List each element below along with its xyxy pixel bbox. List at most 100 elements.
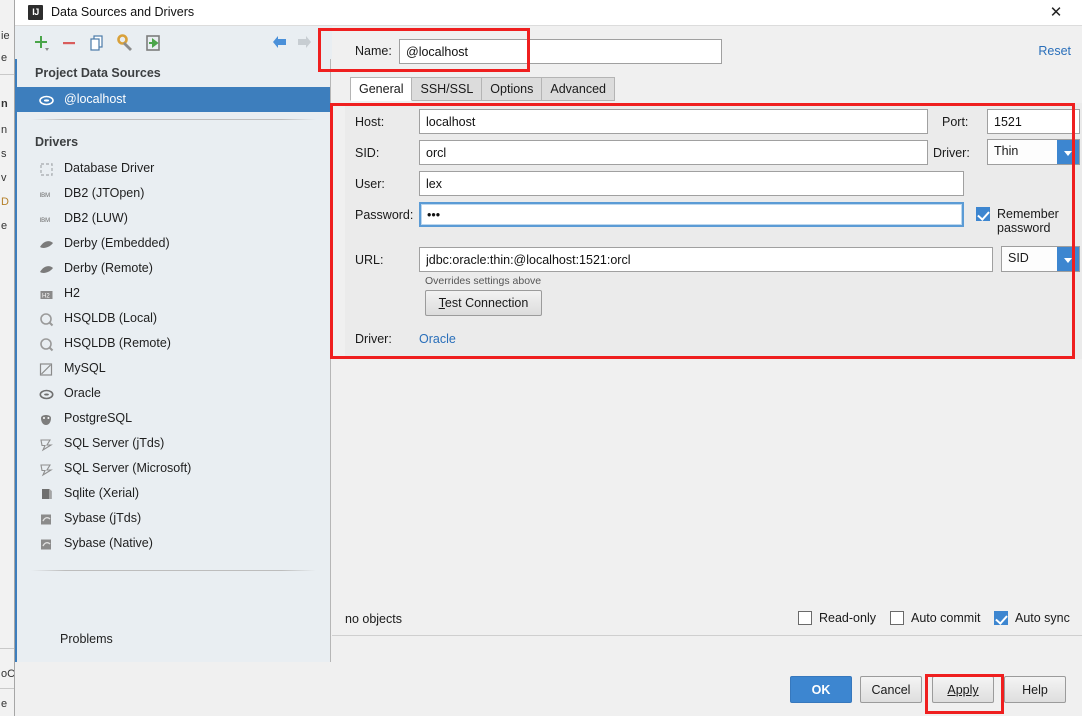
driver-type-select[interactable]: Thin — [987, 139, 1080, 165]
sidebar-item-mysql[interactable]: MySQL — [17, 356, 330, 381]
sid-label: SID: — [355, 146, 380, 160]
sidebar-item-hsqldb-local[interactable]: HSQLDB (Local) — [17, 306, 330, 331]
nav-buttons — [273, 26, 333, 59]
apply-button[interactable]: Apply — [932, 676, 994, 703]
wrench-icon[interactable] — [113, 31, 137, 55]
sidebar-item-postgresql[interactable]: PostgreSQL — [17, 406, 330, 431]
driver-type-label: Driver: — [933, 146, 970, 160]
add-icon[interactable] — [29, 31, 53, 55]
oracle-icon — [39, 386, 54, 401]
read-only-label[interactable]: Read-only — [819, 611, 876, 625]
nav-back-icon[interactable] — [271, 34, 289, 50]
hsqldb-icon — [39, 336, 54, 352]
url-kind-select[interactable]: SID — [1001, 246, 1080, 272]
user-input[interactable] — [419, 171, 964, 196]
name-label: Name: — [355, 44, 392, 58]
sidebar-item-label: HSQLDB (Local) — [64, 311, 158, 325]
status-row: no objects Read-only Auto commit Auto sy… — [332, 602, 1082, 636]
sidebar-item-sybase-jtds[interactable]: Sybase (jTds) — [17, 506, 330, 531]
sidebar-item-oracle[interactable]: Oracle — [17, 381, 330, 406]
title-bar: IJ Data Sources and Drivers ✕ — [15, 0, 1082, 26]
chevron-down-icon[interactable] — [1057, 247, 1079, 271]
svg-text:IBM: IBM — [40, 218, 51, 224]
sidebar-item-label: DB2 (LUW) — [64, 211, 128, 225]
sid-input[interactable] — [419, 140, 928, 165]
sidebar-group-project-data-sources: Project Data Sources — [35, 66, 161, 80]
user-label: User: — [355, 177, 385, 191]
tab-general[interactable]: General — [350, 77, 413, 101]
tab-ssh-ssl[interactable]: SSH/SSL — [412, 77, 483, 101]
sybase-icon — [39, 511, 54, 526]
remember-password-label[interactable]: Remember password — [997, 207, 1082, 235]
url-input[interactable] — [419, 247, 993, 272]
sidebar-item-label: Oracle — [64, 386, 101, 400]
postgresql-icon — [39, 411, 54, 426]
sidebar-item-problems[interactable]: Problems — [17, 616, 330, 662]
copy-icon[interactable] — [85, 31, 109, 55]
sidebar-item-label: MySQL — [64, 361, 106, 375]
sidebar-item-db2-jtopen[interactable]: IBM DB2 (JTOpen) — [17, 181, 330, 206]
sidebar-item-localhost[interactable]: @localhost — [17, 87, 330, 112]
port-input[interactable] — [987, 109, 1080, 134]
sidebar-item-label: Sybase (Native) — [64, 536, 153, 550]
status-divider — [332, 635, 1082, 636]
nav-forward-icon[interactable] — [295, 34, 313, 50]
auto-commit-checkbox[interactable] — [890, 611, 904, 625]
derby-icon — [39, 261, 54, 276]
sidebar-item-sqlite-xerial[interactable]: Sqlite (Xerial) — [17, 481, 330, 506]
sqlserver-icon — [39, 436, 54, 452]
sidebar-item-derby-embedded[interactable]: Derby (Embedded) — [17, 231, 330, 256]
sidebar-group-drivers: Drivers — [35, 135, 79, 149]
test-connection-button[interactable]: Test Connection — [425, 290, 542, 316]
sidebar-item-sybase-native[interactable]: Sybase (Native) — [17, 531, 330, 556]
sidebar-divider-bottom — [31, 570, 316, 571]
sidebar-item-label: Derby (Embedded) — [64, 236, 170, 250]
test-connection-label: est Connection — [444, 296, 529, 310]
auto-commit-text: Auto commit — [911, 611, 981, 625]
sidebar-item-label: DB2 (JTOpen) — [64, 186, 145, 200]
sqlite-icon — [39, 486, 54, 501]
sidebar-item-sqlserver-jtds[interactable]: SQL Server (jTds) — [17, 431, 330, 456]
read-only-checkbox[interactable] — [798, 611, 812, 625]
import-icon[interactable] — [141, 31, 165, 55]
sidebar-item-label: PostgreSQL — [64, 411, 133, 425]
sidebar-item-label: Database Driver — [64, 161, 155, 175]
sidebar-item-db2-luw[interactable]: IBM DB2 (LUW) — [17, 206, 330, 231]
sidebar-item-derby-remote[interactable]: Derby (Remote) — [17, 256, 330, 281]
name-input[interactable] — [399, 39, 722, 64]
ok-button[interactable]: OK — [790, 676, 852, 703]
ibm-icon: IBM — [39, 211, 54, 226]
sidebar-item-label: Sybase (jTds) — [64, 511, 142, 525]
svg-text:IBM: IBM — [40, 193, 51, 199]
oracle-icon — [39, 92, 54, 107]
apply-label: Apply — [947, 683, 979, 697]
remove-icon[interactable] — [57, 31, 81, 55]
password-input[interactable] — [419, 202, 964, 227]
driver-link[interactable]: Oracle — [419, 332, 456, 346]
sidebar-item-sqlserver-microsoft[interactable]: SQL Server (Microsoft) — [17, 456, 330, 481]
tab-bar: General SSH/SSL Options Advanced — [350, 77, 615, 101]
auto-commit-label[interactable]: Auto commit — [911, 611, 980, 625]
auto-sync-checkbox[interactable] — [994, 611, 1008, 625]
help-button[interactable]: Help — [1004, 676, 1066, 703]
tab-options[interactable]: Options — [482, 77, 543, 101]
reset-link[interactable]: Reset — [1038, 44, 1071, 58]
sidebar-item-h2[interactable]: H2 H2 — [17, 281, 330, 306]
cancel-button[interactable]: Cancel — [860, 676, 922, 703]
auto-sync-text: Auto sync — [1015, 611, 1070, 625]
host-input[interactable] — [419, 109, 928, 134]
sidebar-item-label: Derby (Remote) — [64, 261, 153, 275]
driver-type-value: Thin — [994, 144, 1019, 158]
close-icon[interactable]: ✕ — [1036, 0, 1076, 26]
chevron-down-icon[interactable] — [1057, 140, 1079, 164]
sidebar-item-database-driver[interactable]: Database Driver — [17, 156, 330, 181]
sidebar-item-hsqldb-remote[interactable]: HSQLDB (Remote) — [17, 331, 330, 356]
ibm-icon: IBM — [39, 186, 54, 201]
auto-sync-label[interactable]: Auto sync — [1015, 611, 1070, 625]
port-label: Port: — [942, 115, 969, 129]
objects-status-text: no objects — [345, 612, 402, 626]
dialog-footer: OK Cancel Apply Help — [15, 662, 1082, 716]
tab-advanced[interactable]: Advanced — [542, 77, 615, 101]
read-only-text: Read-only — [819, 611, 876, 625]
remember-password-checkbox[interactable] — [976, 207, 990, 221]
